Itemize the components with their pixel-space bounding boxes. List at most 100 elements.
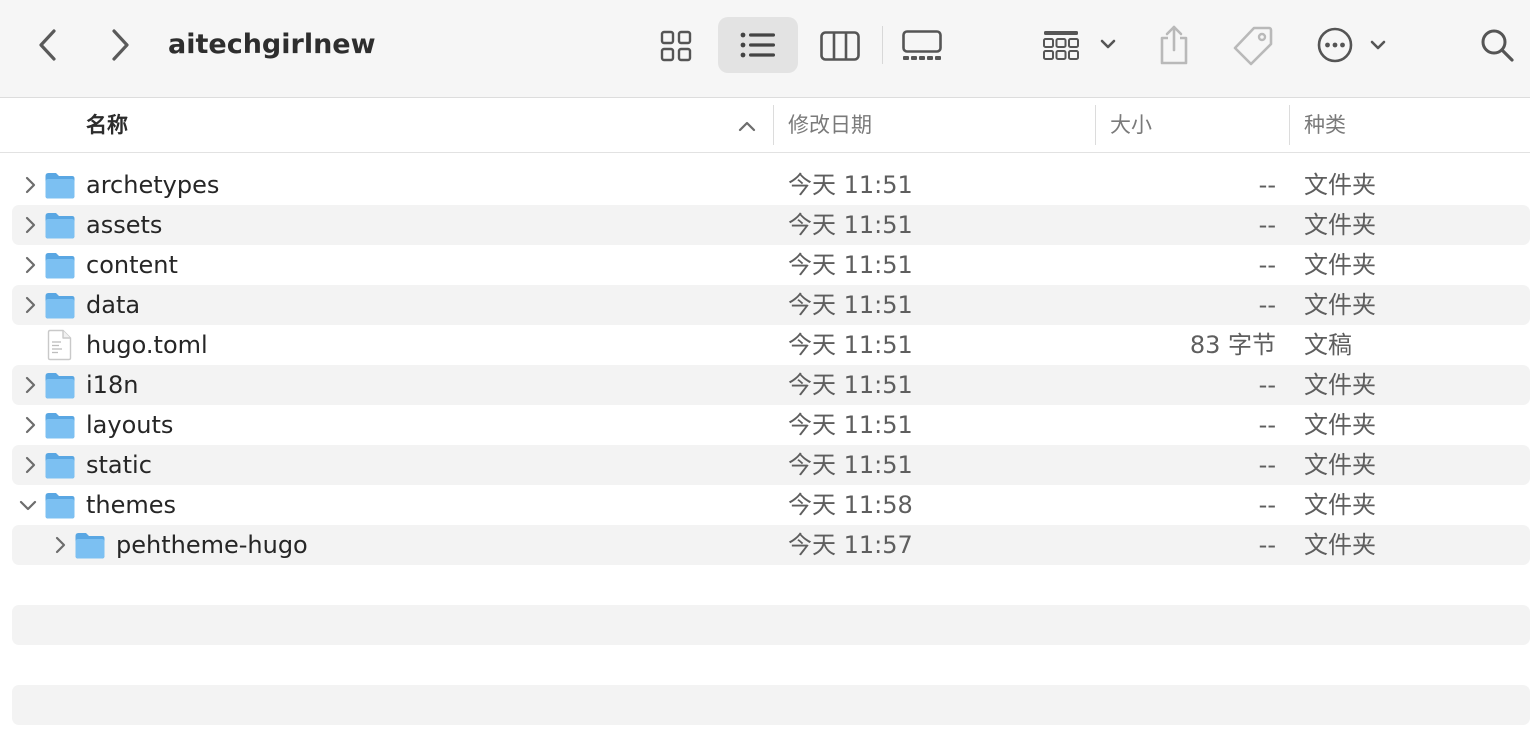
file-row[interactable]: layouts 今天 11:51 -- 文件夹 bbox=[0, 405, 1530, 445]
file-row[interactable]: i18n 今天 11:51 -- 文件夹 bbox=[0, 365, 1530, 405]
search-icon bbox=[1481, 29, 1514, 62]
folder-icon bbox=[45, 373, 75, 399]
column-divider[interactable] bbox=[773, 105, 774, 145]
file-row[interactable]: data 今天 11:51 -- 文件夹 bbox=[0, 285, 1530, 325]
file-size: -- bbox=[1258, 531, 1276, 559]
file-date: 今天 11:51 bbox=[788, 331, 913, 359]
folder-icon bbox=[45, 413, 75, 439]
folder-icon bbox=[45, 213, 75, 239]
file-name: data bbox=[86, 291, 141, 319]
toolbar: aitechgirlnew bbox=[0, 0, 1530, 98]
file-size: 83 字节 bbox=[1189, 331, 1276, 359]
file-row[interactable]: pehtheme-hugo 今天 11:57 -- 文件夹 bbox=[0, 525, 1530, 565]
file-list: archetypes 今天 11:51 -- 文件夹 assets 今天 11:… bbox=[0, 165, 1530, 565]
column-view-icon bbox=[820, 31, 860, 61]
disclosure-chevron-right-icon[interactable] bbox=[19, 454, 41, 476]
file-date: 今天 11:51 bbox=[788, 451, 913, 479]
search-button[interactable] bbox=[1474, 22, 1520, 68]
file-size: -- bbox=[1258, 171, 1276, 199]
file-name: content bbox=[86, 251, 178, 279]
file-row[interactable]: assets 今天 11:51 -- 文件夹 bbox=[0, 205, 1530, 245]
file-size: -- bbox=[1258, 251, 1276, 279]
file-kind: 文件夹 bbox=[1304, 211, 1376, 239]
icon-view-button[interactable] bbox=[652, 24, 700, 68]
tag-button[interactable] bbox=[1228, 20, 1278, 70]
folder-icon bbox=[75, 533, 105, 559]
file-date: 今天 11:58 bbox=[788, 491, 913, 519]
gallery-view-button[interactable] bbox=[896, 24, 948, 68]
file-row[interactable]: static 今天 11:51 -- 文件夹 bbox=[0, 445, 1530, 485]
file-kind: 文稿 bbox=[1304, 331, 1352, 359]
forward-button[interactable] bbox=[100, 24, 140, 66]
file-kind: 文件夹 bbox=[1304, 531, 1376, 559]
share-button[interactable] bbox=[1152, 20, 1196, 70]
file-name: pehtheme-hugo bbox=[116, 531, 308, 559]
file-kind: 文件夹 bbox=[1304, 451, 1376, 479]
folder-icon bbox=[45, 253, 75, 279]
column-header: 名称 修改日期 大小 种类 bbox=[0, 99, 1530, 153]
file-row[interactable]: hugo.toml 今天 11:51 83 字节 文稿 bbox=[0, 325, 1530, 365]
disclosure-chevron-right-icon[interactable] bbox=[19, 214, 41, 236]
file-name: themes bbox=[86, 491, 177, 519]
sort-ascending-icon[interactable] bbox=[736, 115, 758, 137]
file-kind: 文件夹 bbox=[1304, 491, 1376, 519]
file-name: static bbox=[86, 451, 152, 479]
file-kind: 文件夹 bbox=[1304, 371, 1376, 399]
file-date: 今天 11:51 bbox=[788, 371, 913, 399]
file-kind: 文件夹 bbox=[1304, 411, 1376, 439]
file-row[interactable]: archetypes 今天 11:51 -- 文件夹 bbox=[0, 165, 1530, 205]
name-column-header[interactable]: 名称 bbox=[86, 99, 128, 152]
file-kind: 文件夹 bbox=[1304, 251, 1376, 279]
tag-icon bbox=[1233, 26, 1273, 66]
file-date: 今天 11:57 bbox=[788, 531, 913, 559]
column-divider[interactable] bbox=[1095, 105, 1096, 145]
document-icon bbox=[47, 329, 72, 361]
folder-icon bbox=[45, 293, 75, 319]
folder-icon bbox=[45, 493, 75, 519]
file-kind: 文件夹 bbox=[1304, 171, 1376, 199]
file-size: -- bbox=[1258, 211, 1276, 239]
group-icon bbox=[1043, 31, 1116, 60]
window-title: aitechgirlnew bbox=[168, 29, 376, 60]
toolbar-divider bbox=[882, 26, 883, 64]
disclosure-chevron-right-icon[interactable] bbox=[19, 294, 41, 316]
file-name: i18n bbox=[86, 371, 139, 399]
empty-row-stripe bbox=[12, 685, 1530, 725]
file-row[interactable]: themes 今天 11:58 -- 文件夹 bbox=[0, 485, 1530, 525]
disclosure-chevron-right-icon[interactable] bbox=[19, 174, 41, 196]
folder-icon bbox=[45, 173, 75, 199]
size-column-header[interactable]: 大小 bbox=[1110, 99, 1152, 152]
file-kind: 文件夹 bbox=[1304, 291, 1376, 319]
file-date: 今天 11:51 bbox=[788, 411, 913, 439]
chevron-right-icon bbox=[112, 29, 129, 61]
gallery-view-icon bbox=[902, 30, 942, 60]
kind-column-header[interactable]: 种类 bbox=[1304, 99, 1346, 152]
date-column-header[interactable]: 修改日期 bbox=[788, 99, 872, 152]
grid-view-icon bbox=[660, 30, 692, 62]
file-name: hugo.toml bbox=[86, 331, 208, 359]
file-size: -- bbox=[1258, 451, 1276, 479]
disclosure-chevron-right-icon[interactable] bbox=[49, 534, 71, 556]
disclosure-chevron-right-icon[interactable] bbox=[19, 374, 41, 396]
file-row[interactable]: content 今天 11:51 -- 文件夹 bbox=[0, 245, 1530, 285]
column-divider[interactable] bbox=[1289, 105, 1290, 145]
share-icon bbox=[1160, 25, 1188, 65]
file-size: -- bbox=[1258, 371, 1276, 399]
disclosure-chevron-right-icon[interactable] bbox=[19, 414, 41, 436]
empty-row-stripe bbox=[12, 605, 1530, 645]
list-view-button[interactable] bbox=[718, 17, 798, 73]
more-actions-button[interactable] bbox=[1312, 22, 1392, 68]
column-view-button[interactable] bbox=[814, 24, 866, 68]
back-button[interactable] bbox=[28, 24, 68, 66]
group-button[interactable] bbox=[1040, 24, 1120, 68]
file-size: -- bbox=[1258, 411, 1276, 439]
disclosure-chevron-right-icon[interactable] bbox=[19, 254, 41, 276]
file-size: -- bbox=[1258, 291, 1276, 319]
disclosure-chevron-down-icon[interactable] bbox=[17, 494, 39, 516]
list-view-icon bbox=[740, 32, 775, 58]
file-name: assets bbox=[86, 211, 163, 239]
more-icon bbox=[1317, 27, 1386, 63]
file-date: 今天 11:51 bbox=[788, 211, 913, 239]
file-name: archetypes bbox=[86, 171, 220, 199]
file-date: 今天 11:51 bbox=[788, 291, 913, 319]
